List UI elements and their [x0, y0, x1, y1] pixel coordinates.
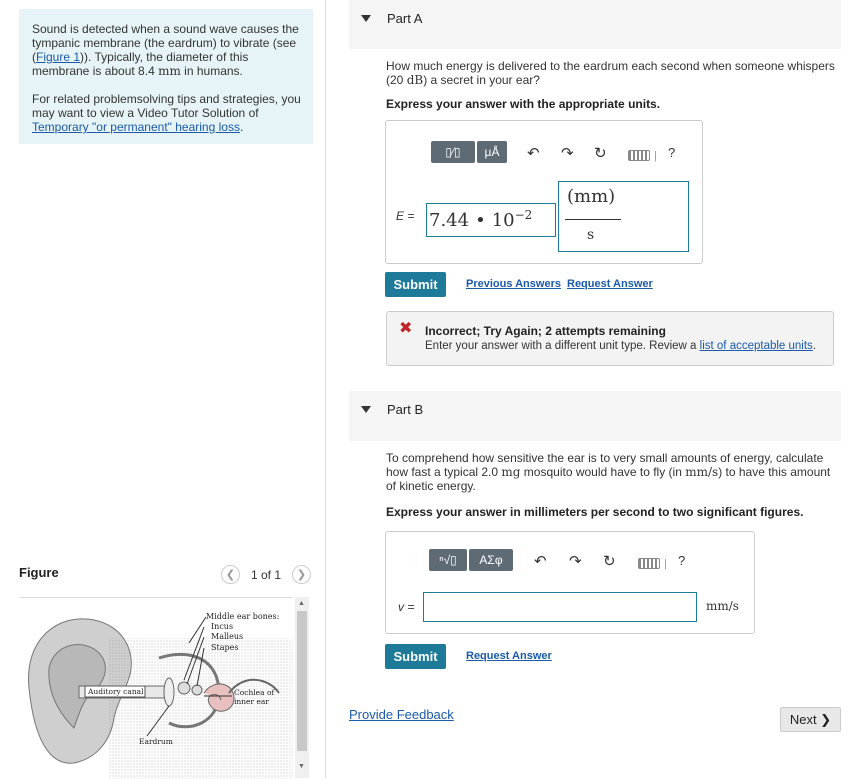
label-middle-ear-bones: Middle ear bones: [206, 612, 279, 621]
greek-letters-icon: ΑΣφ [479, 553, 503, 567]
reset-icon[interactable]: ↻ [603, 552, 616, 570]
part-b-unit-label: mm/s [706, 599, 739, 613]
part-b-request-answer-link[interactable]: Request Answer [466, 650, 552, 662]
redo-icon[interactable]: ↷ [561, 144, 574, 162]
micro-angstrom-icon: μÅ [484, 145, 500, 159]
keyboard-icon[interactable] [628, 150, 650, 161]
chevron-right-icon: ❯ [296, 569, 307, 581]
toolbar-separator: | [654, 150, 657, 162]
part-a-feedback: ✖ Incorrect; Try Again; 2 attempts remai… [386, 311, 834, 366]
scroll-up-icon[interactable]: ▲ [298, 600, 305, 607]
unit-numerator: (mm) [567, 186, 616, 207]
part-a-units-input[interactable]: (mm) s [558, 181, 689, 252]
energy-var-label: E = [396, 209, 415, 223]
part-b-header[interactable]: Part B [349, 391, 841, 441]
tips-paragraph: For related problemsolving tips and stra… [32, 92, 301, 134]
feedback-title: Incorrect; Try Again; 2 attempts remaini… [425, 324, 666, 338]
part-a-instruction: Express your answer with the appropriate… [386, 97, 661, 111]
unit-denominator: s [587, 227, 595, 243]
keyboard-icon[interactable] [638, 558, 660, 569]
collapse-triangle-icon[interactable] [361, 406, 371, 413]
ear-figure: Middle ear bones: Incus Malleus Stapes A… [19, 597, 293, 779]
toolbar-separator: | [664, 558, 667, 570]
acceptable-units-link[interactable]: list of acceptable units [700, 340, 813, 352]
units-button[interactable]: μÅ [477, 141, 507, 163]
part-a-header[interactable]: Part A [349, 0, 841, 49]
part-a-title: Part A [387, 11, 423, 26]
provide-feedback-link[interactable]: Provide Feedback [349, 707, 454, 722]
label-auditory-canal: Auditory canal [87, 687, 144, 696]
label-malleus: Malleus [211, 632, 243, 641]
part-b-answer-box: ⁿ√▯ ΑΣφ ↶ ↷ ↻ | ? v = mm/s [385, 531, 755, 634]
next-button[interactable]: Next ❯ [780, 707, 841, 732]
part-b-question: To comprehend how sensitive the ear is t… [386, 451, 831, 493]
feedback-message: Enter your answer with a different unit … [425, 340, 817, 352]
figure-scrollbar[interactable]: ▲ ▼ [295, 597, 309, 778]
part-b-submit-button[interactable]: Submit [385, 644, 446, 669]
label-cochlea: Cochlea of [234, 688, 275, 697]
scrollbar-thumb[interactable] [297, 611, 307, 751]
part-a-submit-button[interactable]: Submit [385, 272, 446, 297]
templates-button[interactable]: ▯⁄▯ [431, 141, 475, 163]
part-b-title: Part B [387, 402, 424, 417]
label-inner-ear: inner ear [234, 697, 269, 706]
undo-icon[interactable]: ↶ [527, 144, 540, 162]
figure-pager-text: 1 of 1 [251, 568, 282, 582]
collapse-triangle-icon[interactable] [361, 15, 371, 22]
fraction-template-icon: ▯⁄▯ [445, 145, 461, 159]
previous-figure-button[interactable]: ❮ [221, 565, 240, 584]
label-eardrum: Eardrum [139, 737, 173, 746]
label-incus: Incus [211, 622, 233, 631]
radical-template-icon: ⁿ√▯ [439, 553, 457, 567]
fraction-bar [565, 219, 621, 220]
undo-icon[interactable]: ↶ [534, 552, 547, 570]
help-icon[interactable]: ? [678, 553, 685, 568]
part-b-toolbar: ⁿ√▯ ΑΣφ [429, 549, 513, 571]
redo-icon[interactable]: ↷ [569, 552, 582, 570]
label-stapes: Stapes [211, 643, 238, 652]
column-divider [325, 0, 326, 778]
problem-intro-panel: Sound is detected when a sound wave caus… [19, 9, 313, 144]
part-a-value-input[interactable]: 7.44 • 10 −2 [426, 203, 556, 237]
figure-1-link[interactable]: Figure 1 [36, 50, 80, 64]
part-b-value-input[interactable] [423, 592, 697, 622]
part-a-answer-box: ▯⁄▯ μÅ ↶ ↷ ↻ | ? E = 7.44 • 10 −2 (mm) s [385, 120, 703, 264]
velocity-var-label: v = [398, 600, 415, 614]
reset-icon[interactable]: ↻ [594, 144, 607, 162]
error-x-icon: ✖ [399, 320, 413, 337]
chevron-left-icon: ❮ [225, 569, 236, 581]
part-a-toolbar: ▯⁄▯ μÅ [431, 141, 507, 163]
scroll-down-icon[interactable]: ▼ [298, 763, 305, 770]
part-a-request-answer-link[interactable]: Request Answer [567, 278, 653, 290]
figure-heading: Figure [19, 565, 59, 580]
ear-anatomy-illustration: Middle ear bones: Incus Malleus Stapes A… [28, 612, 293, 779]
part-b-instruction: Express your answer in millimeters per s… [386, 505, 804, 519]
help-icon[interactable]: ? [668, 145, 675, 160]
templates-button[interactable]: ⁿ√▯ [429, 549, 467, 571]
greek-symbols-button[interactable]: ΑΣφ [469, 549, 513, 571]
previous-answers-link[interactable]: Previous Answers [466, 278, 561, 290]
intro-paragraph: Sound is detected when a sound wave caus… [32, 22, 299, 78]
part-a-question: How much energy is delivered to the eard… [386, 59, 835, 87]
mm-unit: mm [158, 64, 181, 78]
next-figure-button[interactable]: ❯ [292, 565, 311, 584]
video-tutor-link[interactable]: Temporary "or permanent" hearing loss [32, 120, 240, 134]
